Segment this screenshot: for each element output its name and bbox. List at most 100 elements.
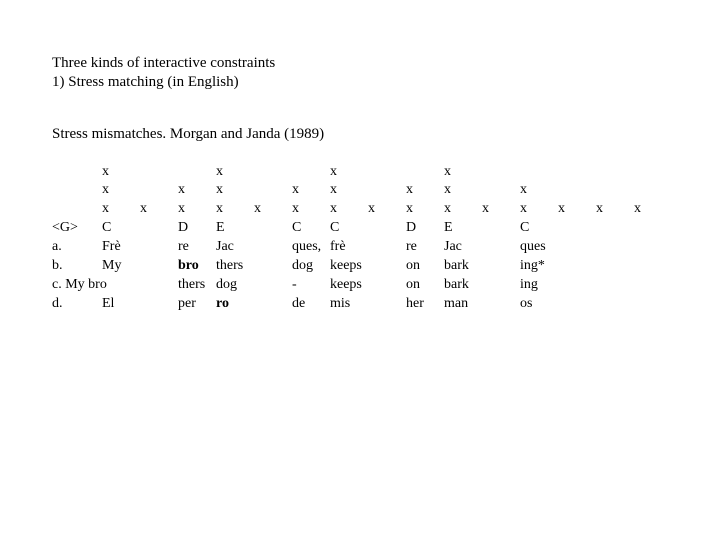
grid-cell xyxy=(254,181,292,200)
grid-cell: x xyxy=(292,181,330,200)
grid-cell: C xyxy=(520,219,558,238)
grid-cell: x xyxy=(330,181,368,200)
grid-cell: her xyxy=(406,295,444,314)
grid-cell: x xyxy=(216,200,254,219)
grid-cell: ques xyxy=(520,238,558,257)
grid-cell xyxy=(406,163,444,182)
stress-grid: xxxx xxxxxxxx xxxxxxxxxxxxxxx <G>CDECCDE… xyxy=(52,163,668,314)
title-line-2: 1) Stress matching (in English) xyxy=(52,73,668,92)
grid-cell: bark xyxy=(444,276,482,295)
row-label xyxy=(52,181,102,200)
grid-cell: My xyxy=(102,257,140,276)
grid-cell: E xyxy=(216,219,254,238)
grid-cell: dog xyxy=(216,276,254,295)
grid-cell xyxy=(482,238,520,257)
grid-cell: dog xyxy=(292,257,330,276)
row-label: d. xyxy=(52,295,102,314)
grid-cell xyxy=(596,181,634,200)
grid-cell: x xyxy=(520,181,558,200)
grid-cell xyxy=(140,295,178,314)
row-label: a. xyxy=(52,238,102,257)
grid-cell: on xyxy=(406,257,444,276)
grid-cell xyxy=(368,181,406,200)
grid-cell: x xyxy=(558,200,596,219)
document-page: Three kinds of interactive constraints 1… xyxy=(0,0,720,368)
grid-row-3: xxxxxxxxxxxxxxx xyxy=(52,200,668,219)
grid-cell: x xyxy=(102,181,140,200)
grid-cell xyxy=(558,295,596,314)
grid-cell: x xyxy=(444,163,482,182)
grid-cell: x xyxy=(520,200,558,219)
grid-cell xyxy=(596,295,634,314)
grid-cell: x xyxy=(216,163,254,182)
grid-cell xyxy=(368,163,406,182)
grid-cell: bark xyxy=(444,257,482,276)
grid-cell xyxy=(368,219,406,238)
grid-cell: C xyxy=(292,219,330,238)
grid-row-4: <G>CDECCDEC xyxy=(52,219,668,238)
grid-cell: x xyxy=(406,200,444,219)
grid-cell xyxy=(140,276,178,295)
grid-row-8: d.Elperrodemishermanos xyxy=(52,295,668,314)
grid-cell: x xyxy=(330,200,368,219)
grid-cell xyxy=(520,163,558,182)
grid-row-7: c. My brothersdog-keepsonbarking xyxy=(52,276,668,295)
grid-cell: ro xyxy=(216,295,254,314)
grid-row-6: b.Mybrothersdogkeepsonbarking* xyxy=(52,257,668,276)
grid-cell: ing xyxy=(520,276,558,295)
grid-cell xyxy=(254,219,292,238)
grid-cell: E xyxy=(444,219,482,238)
grid-cell: x xyxy=(216,181,254,200)
grid-cell xyxy=(140,163,178,182)
grid-cell xyxy=(368,238,406,257)
grid-cell: x xyxy=(406,181,444,200)
grid-cell: x xyxy=(368,200,406,219)
grid-cell xyxy=(178,163,216,182)
grid-cell xyxy=(558,181,596,200)
grid-cell: ing* xyxy=(520,257,558,276)
row-label xyxy=(52,200,102,219)
grid-cell: bro xyxy=(178,257,216,276)
grid-cell: mis xyxy=(330,295,368,314)
grid-cell xyxy=(140,219,178,238)
subheading: Stress mismatches. Morgan and Janda (198… xyxy=(52,126,668,143)
grid-cell xyxy=(558,219,596,238)
grid-cell: D xyxy=(178,219,216,238)
grid-cell xyxy=(634,219,672,238)
grid-cell: El xyxy=(102,295,140,314)
grid-cell: x xyxy=(330,163,368,182)
grid-cell xyxy=(254,276,292,295)
grid-cell xyxy=(140,257,178,276)
grid-cell: keeps xyxy=(330,276,368,295)
grid-cell: Jac xyxy=(444,238,482,257)
grid-cell xyxy=(634,181,672,200)
grid-cell xyxy=(368,276,406,295)
grid-cell: re xyxy=(406,238,444,257)
grid-cell xyxy=(482,295,520,314)
title-line-1: Three kinds of interactive constraints xyxy=(52,54,668,73)
grid-cell xyxy=(140,238,178,257)
grid-cell xyxy=(596,257,634,276)
grid-cell xyxy=(140,181,178,200)
grid-cell: x xyxy=(102,163,140,182)
grid-cell xyxy=(558,163,596,182)
grid-cell: x xyxy=(444,200,482,219)
grid-cell xyxy=(634,163,672,182)
grid-cell: Jac xyxy=(216,238,254,257)
grid-cell: x xyxy=(596,200,634,219)
grid-cell: x xyxy=(634,200,672,219)
grid-row-1: xxxx xyxy=(52,163,668,182)
grid-cell: D xyxy=(406,219,444,238)
grid-cell xyxy=(254,295,292,314)
grid-cell: on xyxy=(406,276,444,295)
grid-cell xyxy=(596,238,634,257)
grid-cell xyxy=(482,219,520,238)
grid-cell: x xyxy=(178,200,216,219)
grid-cell xyxy=(596,219,634,238)
grid-cell xyxy=(634,257,672,276)
grid-cell: re xyxy=(178,238,216,257)
grid-cell: - xyxy=(292,276,330,295)
grid-cell xyxy=(368,257,406,276)
grid-cell: thers xyxy=(178,276,216,295)
grid-cell: C xyxy=(330,219,368,238)
